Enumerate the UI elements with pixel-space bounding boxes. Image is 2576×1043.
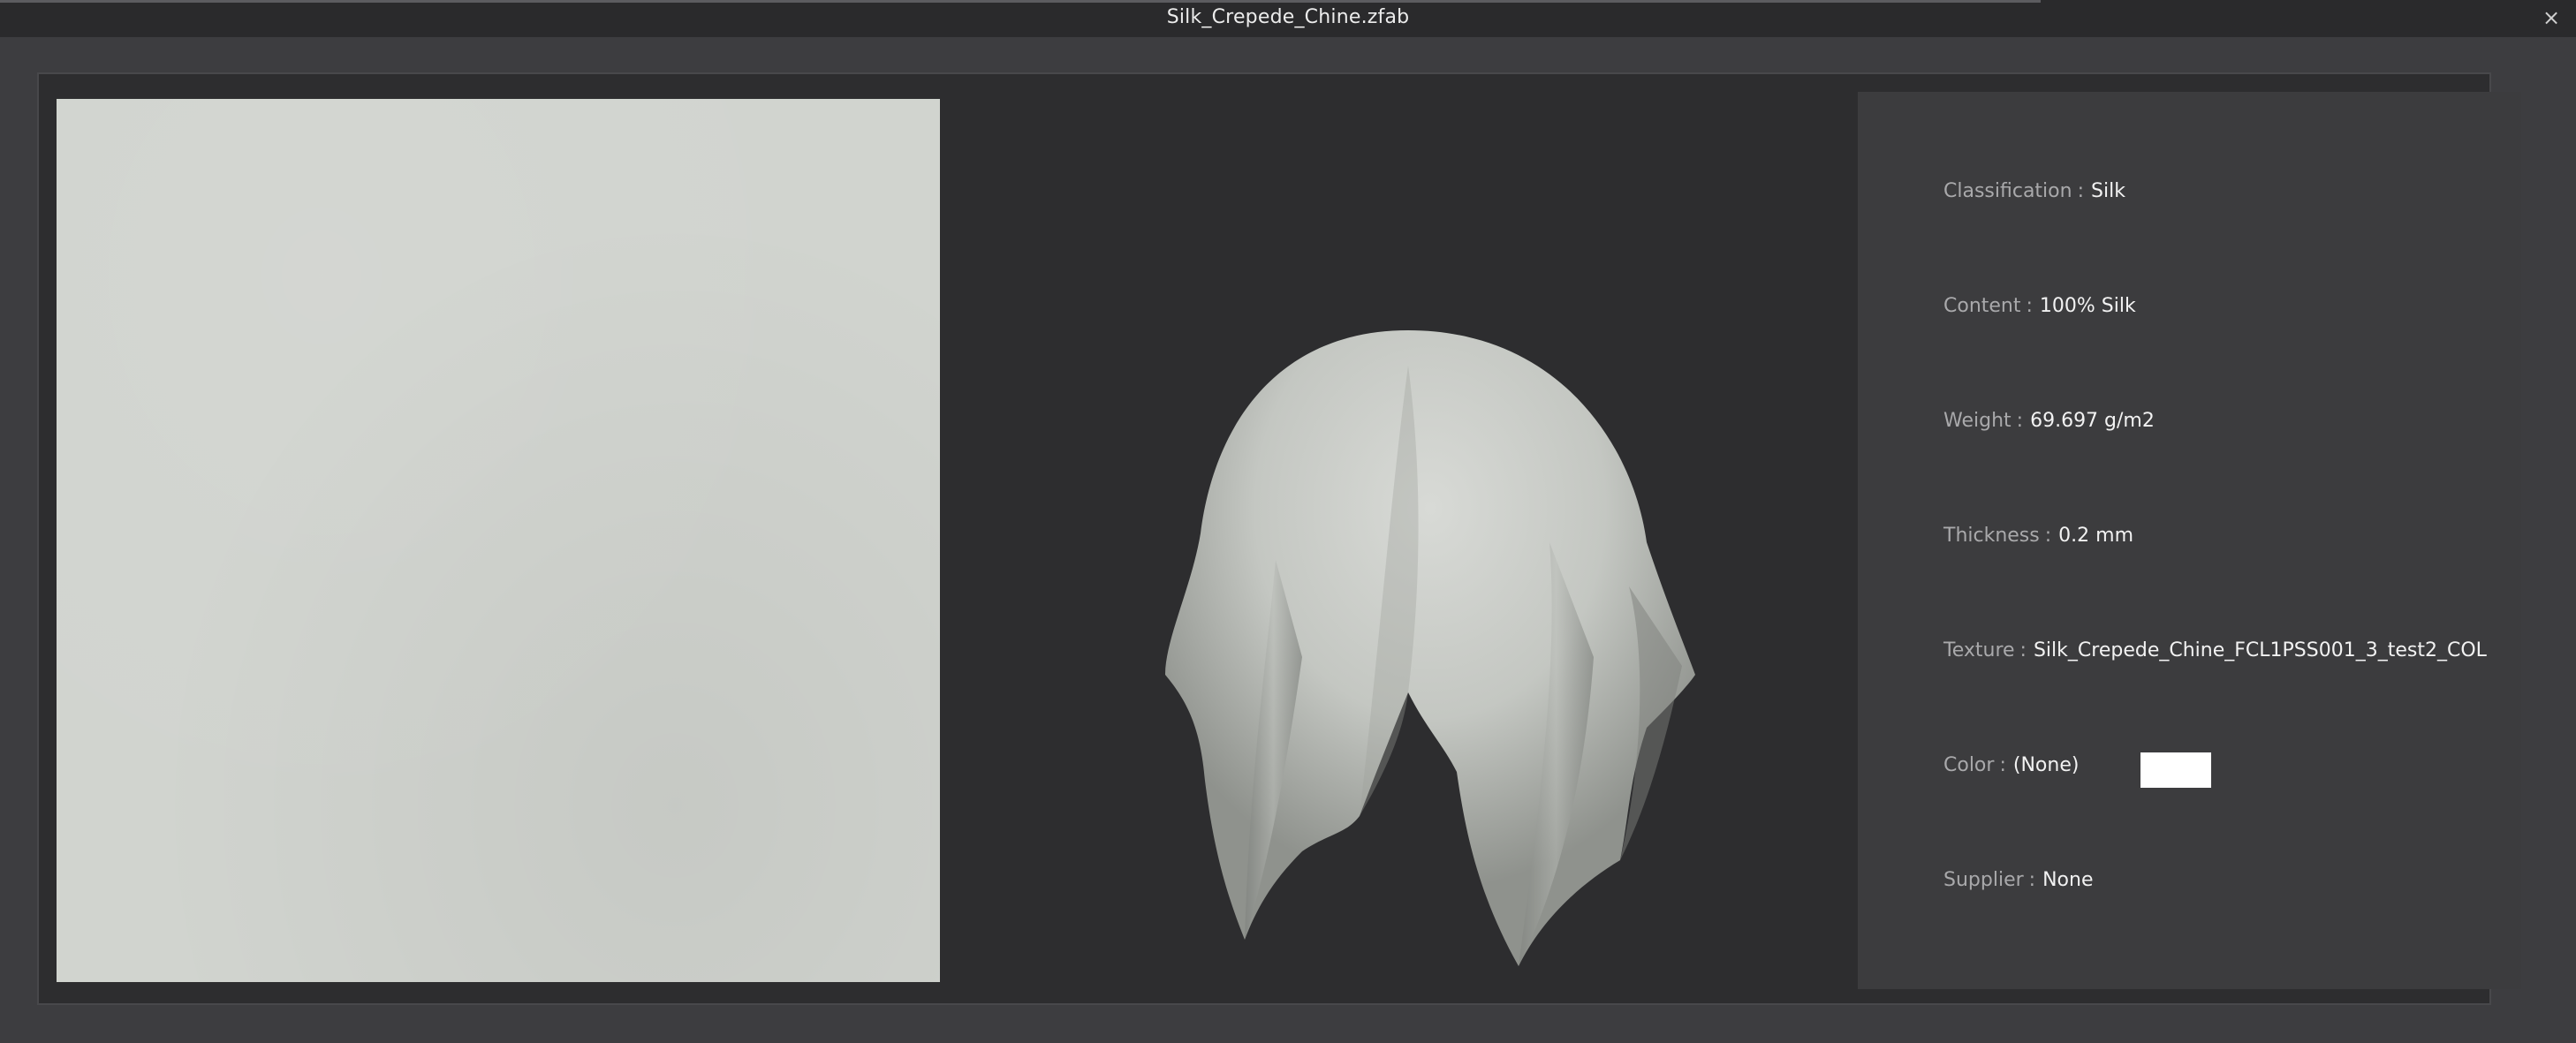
close-icon: ×	[2542, 5, 2561, 30]
info-key: Supplier	[1943, 869, 2024, 891]
info-key: Thickness	[1943, 525, 2040, 547]
info-separator: :	[2016, 410, 2024, 432]
window-title: Silk_Crepede_Chine.zfab	[1166, 6, 1410, 28]
info-key: Classification	[1943, 180, 2072, 202]
info-row-weight: Weight:69.697 g/m2	[1943, 410, 2155, 432]
content-frame: Classification: Silk Content:100% Silk We…	[37, 72, 2521, 1005]
info-value: None	[2042, 869, 2094, 891]
info-value: 0.2 mm	[2058, 525, 2133, 547]
info-separator: :	[2026, 295, 2033, 317]
info-row-color: Color: (None)	[1943, 754, 2079, 776]
close-button[interactable]: ×	[2535, 2, 2567, 34]
info-value: Silk_Crepede_Chine_FCL1PSS001_3_test2_CO…	[2033, 639, 2487, 661]
info-row-texture: Texture: Silk_Crepede_Chine_FCL1PSS001_3_…	[1943, 639, 2487, 661]
info-value: Silk	[2091, 180, 2125, 202]
info-key: Texture	[1943, 639, 2015, 661]
info-separator: :	[2028, 869, 2036, 891]
fabric-texture-swatch	[57, 99, 940, 982]
info-row-content: Content:100% Silk	[1943, 295, 2136, 317]
info-row-thickness: Thickness:0.2 mm	[1943, 525, 2133, 547]
info-row-supplier: Supplier: None	[1943, 869, 2093, 891]
info-value: 69.697 g/m2	[2030, 410, 2155, 432]
draped-cloth-shape	[1165, 330, 1695, 966]
fabric-preview-window: Silk_Crepede_Chine.zfab × Classification…	[0, 0, 2576, 1043]
info-key: Weight	[1943, 410, 2012, 432]
info-separator: :	[1999, 754, 2006, 776]
fabric-info-panel: Classification: Silk Content:100% Silk We…	[1858, 92, 2521, 989]
draped-fabric-preview[interactable]	[1011, 162, 1806, 1001]
info-separator: :	[2044, 525, 2052, 547]
info-key: Content	[1943, 295, 2021, 317]
info-value: 100% Silk	[2039, 295, 2136, 317]
info-key: Color	[1943, 754, 1995, 776]
info-separator: :	[2077, 180, 2084, 202]
title-bar[interactable]: Silk_Crepede_Chine.zfab ×	[0, 0, 2576, 37]
title-bar-progress	[0, 0, 2041, 3]
color-swatch-chip[interactable]	[2140, 752, 2211, 788]
info-value: (None)	[2012, 754, 2080, 776]
info-separator: :	[2019, 639, 2027, 661]
info-row-classification: Classification: Silk	[1943, 180, 2125, 202]
